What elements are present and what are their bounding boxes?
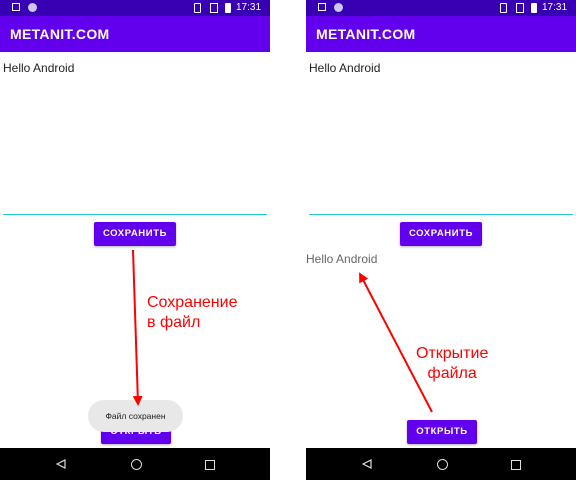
image-notification-icon [12,3,20,11]
navigation-bar [306,448,576,480]
annotation-save: Сохранение в файл [147,293,237,333]
back-icon[interactable] [56,459,66,469]
back-icon[interactable] [362,459,372,469]
toast-file-saved: Файл сохранен [88,400,183,432]
save-button[interactable]: СОХРАНИТЬ [400,222,482,246]
app-notification-icon [334,3,343,12]
app-title: METANIT.COM [10,26,110,42]
app-bar: METANIT.COM [306,16,576,52]
recents-icon[interactable] [205,460,215,470]
text-input-field[interactable]: Hello Android [3,56,267,215]
annotation-open-line1: Открытие [416,345,489,362]
phone-screen-right: 17:31 METANIT.COM Hello Android СОХРАНИТ… [306,0,576,480]
status-time: 17:31 [542,2,568,13]
vibrate-icon [500,3,507,13]
annotation-open-line2: файла [427,365,477,382]
status-time: 17:31 [236,2,262,13]
editor-text: Hello Android [309,61,381,75]
no-sim-icon [516,3,524,13]
status-bar: 17:31 [306,0,576,16]
image-notification-icon [318,3,326,11]
phone-screen-left: 17:31 METANIT.COM Hello Android СОХРАНИТ… [0,0,270,480]
battery-icon [531,3,537,13]
recents-icon[interactable] [511,460,521,470]
app-bar: METANIT.COM [0,16,270,52]
vibrate-icon [194,3,201,13]
navigation-bar [0,448,270,480]
battery-icon [225,3,231,13]
text-input-field[interactable]: Hello Android [309,56,573,215]
app-title: METANIT.COM [316,26,416,42]
home-icon[interactable] [437,459,448,470]
app-notification-icon [28,3,37,12]
open-button[interactable]: ОТКРЫТЬ [407,420,477,444]
save-button[interactable]: СОХРАНИТЬ [94,222,176,246]
annotation-save-line1: Сохранение [147,294,238,311]
home-icon[interactable] [131,459,142,470]
output-text: Hello Android [306,252,378,266]
no-sim-icon [210,3,218,13]
annotation-save-line2: в файл [147,314,201,331]
annotation-open: Открытие файла [416,344,488,384]
status-bar: 17:31 [0,0,270,16]
editor-text: Hello Android [3,61,75,75]
